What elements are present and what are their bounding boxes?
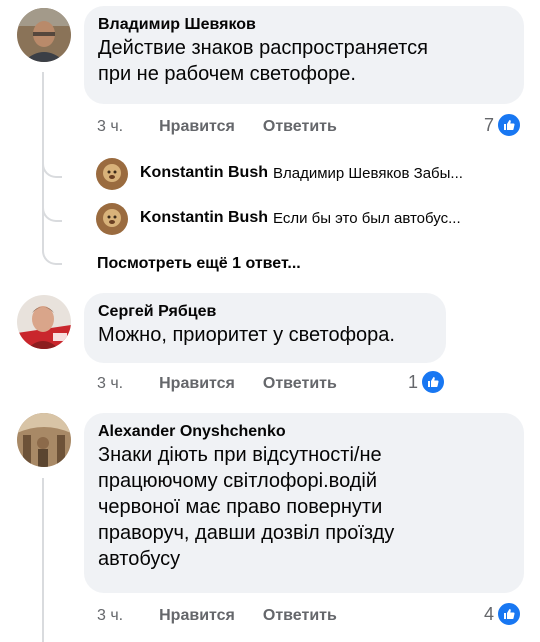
reaction-count[interactable]: 7 <box>484 112 523 138</box>
reaction-count[interactable]: 4 <box>484 601 523 627</box>
thumbs-up-icon <box>496 112 523 138</box>
comment-actions: 3 ч. Нравится Ответить <box>97 116 337 138</box>
comment-author[interactable]: Сергей Рябцев <box>98 302 432 322</box>
comment-text-line: Знаки діють при відсутності/не <box>98 444 382 466</box>
comment-actions: 3 ч. Нравится Ответить <box>97 373 337 395</box>
comment-text-line: автобусу <box>98 548 181 570</box>
like-button[interactable]: Нравится <box>159 375 235 393</box>
reaction-count[interactable]: 1 <box>408 369 447 395</box>
thread-line <box>42 478 44 642</box>
thread-connector <box>42 202 62 222</box>
reply-item[interactable]: Konstantin Bush Если бы это был автобус.… <box>140 202 461 234</box>
reaction-number: 4 <box>484 603 495 624</box>
comment-text-line: Действие знаков распространяется <box>98 37 428 59</box>
reply-author[interactable]: Konstantin Bush <box>140 209 268 227</box>
comment-time[interactable]: 3 ч. <box>97 607 123 625</box>
reply-button[interactable]: Ответить <box>263 375 337 393</box>
comment-text-line: праворуч, давши дозвіл проїзду <box>98 522 395 544</box>
avatar[interactable] <box>96 203 128 235</box>
thumbs-up-icon <box>496 601 523 627</box>
reaction-number: 1 <box>408 371 419 392</box>
view-more-replies-link[interactable]: Посмотреть ещё 1 ответ... <box>97 255 301 273</box>
comment-text-line: Можно, приоритет у светофора. <box>98 324 395 346</box>
comment-text-line: працюючому світлофорі.водій <box>98 470 378 492</box>
like-button[interactable]: Нравится <box>159 118 235 136</box>
avatar[interactable] <box>17 413 71 467</box>
reaction-number: 7 <box>484 114 495 135</box>
comment-bubble: Сергей Рябцев Можно, приоритет у светофо… <box>84 293 446 363</box>
avatar[interactable] <box>17 295 71 349</box>
reply-item[interactable]: Konstantin Bush Владимир Шевяков Забы... <box>140 157 463 189</box>
like-button[interactable]: Нравится <box>159 607 235 625</box>
comment-time[interactable]: 3 ч. <box>97 375 123 393</box>
thread-connector <box>42 158 62 178</box>
comment-time[interactable]: 3 ч. <box>97 118 123 136</box>
thread-connector <box>42 245 62 265</box>
thumbs-up-icon <box>420 369 447 395</box>
comment-author[interactable]: Владимир Шевяков <box>98 15 510 35</box>
comment-bubble: Владимир Шевяков Действие знаков распрос… <box>84 6 524 104</box>
comment-actions: 3 ч. Нравится Ответить <box>97 605 337 627</box>
reply-preview: Владимир Шевяков Забы... <box>273 164 463 182</box>
reply-button[interactable]: Ответить <box>263 607 337 625</box>
avatar[interactable] <box>17 8 71 62</box>
comment-text-line: червоної має право повернути <box>98 496 383 518</box>
reply-preview: Если бы это был автобус... <box>273 209 461 227</box>
reply-author[interactable]: Konstantin Bush <box>140 164 268 182</box>
comment-bubble: Alexander Onyshchenko Знаки діють при ві… <box>84 413 524 593</box>
reply-button[interactable]: Ответить <box>263 118 337 136</box>
avatar[interactable] <box>96 158 128 190</box>
comment-text-line: при не рабочем светофоре. <box>98 63 356 85</box>
comment-author[interactable]: Alexander Onyshchenko <box>98 422 510 442</box>
